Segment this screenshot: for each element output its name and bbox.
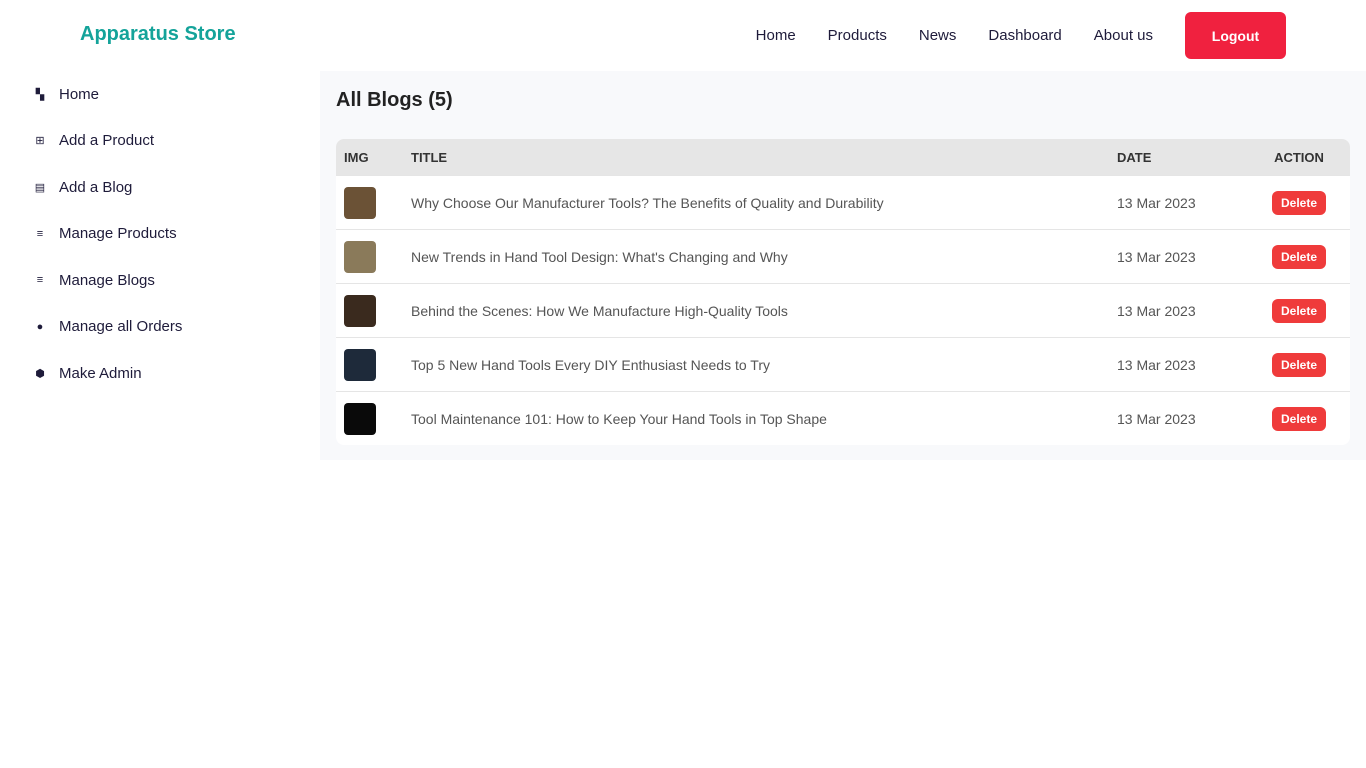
- blog-thumbnail: [344, 186, 376, 219]
- manage-accounts-icon: ●: [36, 320, 44, 333]
- add-box-icon: ⊞: [35, 135, 45, 148]
- blog-title: Why Choose Our Manufacturer Tools? The B…: [411, 194, 884, 211]
- blog-date: 13 Mar 2023: [1117, 302, 1196, 319]
- sidebar-item[interactable]: ⊞ Add a Product: [0, 118, 320, 165]
- sidebar-item-label: Manage all Orders: [59, 318, 183, 336]
- blog-thumbnail: [344, 402, 376, 435]
- sidebar-item-label: Make Admin: [59, 364, 142, 382]
- blog-date: 13 Mar 2023: [1117, 410, 1196, 427]
- blogs-table: IMG TITLE DATE ACTION Why Choose Our Man…: [336, 139, 1350, 445]
- blog-title: Tool Maintenance 101: How to Keep Your H…: [411, 410, 827, 427]
- sidebar-item[interactable]: ≡ Manage Blogs: [0, 257, 320, 304]
- blog-thumbnail: [344, 348, 376, 381]
- blog-thumbnail: [344, 294, 376, 327]
- delete-button[interactable]: Delete: [1271, 406, 1327, 431]
- manage-search-icon: ≡: [36, 227, 44, 240]
- blog-title: Behind the Scenes: How We Manufacture Hi…: [411, 302, 788, 319]
- sidebar-item-label: Manage Products: [59, 225, 177, 243]
- blog-title: New Trends in Hand Tool Design: What's C…: [411, 248, 788, 265]
- nav-dashboard[interactable]: Dashboard: [988, 27, 1061, 44]
- sidebar-item[interactable]: ▤ Add a Blog: [0, 164, 320, 211]
- col-date: DATE: [1117, 149, 1152, 165]
- sidebar-item[interactable]: ⬢ Make Admin: [0, 350, 320, 397]
- sidebar-item[interactable]: ≡ Manage Products: [0, 211, 320, 258]
- col-img: IMG: [344, 149, 369, 165]
- page-title: All Blogs (5): [336, 89, 453, 111]
- col-title: TITLE: [411, 149, 448, 165]
- sidebar-item[interactable]: ▚ Home: [0, 71, 320, 118]
- sidebar: ▚ Home ⊞ Add a Product ▤ Add a Blog ≡ Manage Pr…: [0, 71, 320, 397]
- table-row: Tool Maintenance 101: How to Keep Your H…: [336, 391, 1350, 445]
- nav-home[interactable]: Home: [756, 27, 796, 44]
- nav-links: Home Products News Dashboard About us Lo…: [756, 12, 1286, 59]
- dashboard-icon: ▚: [35, 88, 45, 101]
- delete-button[interactable]: Delete: [1271, 244, 1327, 269]
- blog-title: Top 5 New Hand Tools Every DIY Enthusias…: [411, 356, 770, 373]
- sidebar-item-label: Home: [59, 85, 100, 103]
- nav-products[interactable]: Products: [828, 27, 887, 44]
- manage-search-icon: ≡: [36, 274, 44, 287]
- table-row: New Trends in Hand Tool Design: What's C…: [336, 229, 1350, 283]
- logout-button[interactable]: Logout: [1185, 12, 1286, 59]
- delete-button[interactable]: Delete: [1271, 298, 1327, 323]
- table-header: IMG TITLE DATE ACTION: [336, 139, 1350, 175]
- sidebar-item-label: Add a Blog: [59, 178, 133, 196]
- blog-date: 13 Mar 2023: [1117, 356, 1196, 373]
- nav-about[interactable]: About us: [1094, 27, 1153, 44]
- nav-news[interactable]: News: [919, 27, 957, 44]
- sidebar-item[interactable]: ● Manage all Orders: [0, 304, 320, 351]
- top-nav: Apparatus Store Home Products News Dashb…: [0, 0, 1366, 71]
- table-row: Behind the Scenes: How We Manufacture Hi…: [336, 283, 1350, 337]
- delete-button[interactable]: Delete: [1271, 190, 1327, 215]
- blog-thumbnail: [344, 240, 376, 273]
- blog-date: 13 Mar 2023: [1117, 194, 1196, 211]
- sidebar-item-label: Add a Product: [59, 132, 155, 150]
- main-content: All Blogs (5) IMG TITLE DATE ACTION Why …: [320, 71, 1366, 460]
- sidebar-item-label: Manage Blogs: [59, 271, 155, 289]
- table-row: Why Choose Our Manufacturer Tools? The B…: [336, 175, 1350, 229]
- delete-button[interactable]: Delete: [1271, 352, 1327, 377]
- blog-date: 13 Mar 2023: [1117, 248, 1196, 265]
- admin-shield-icon: ⬢: [35, 367, 45, 380]
- col-action: ACTION: [1274, 149, 1324, 165]
- brand-logo[interactable]: Apparatus Store: [80, 23, 236, 46]
- table-row: Top 5 New Hand Tools Every DIY Enthusias…: [336, 337, 1350, 391]
- post-add-icon: ▤: [34, 181, 46, 194]
